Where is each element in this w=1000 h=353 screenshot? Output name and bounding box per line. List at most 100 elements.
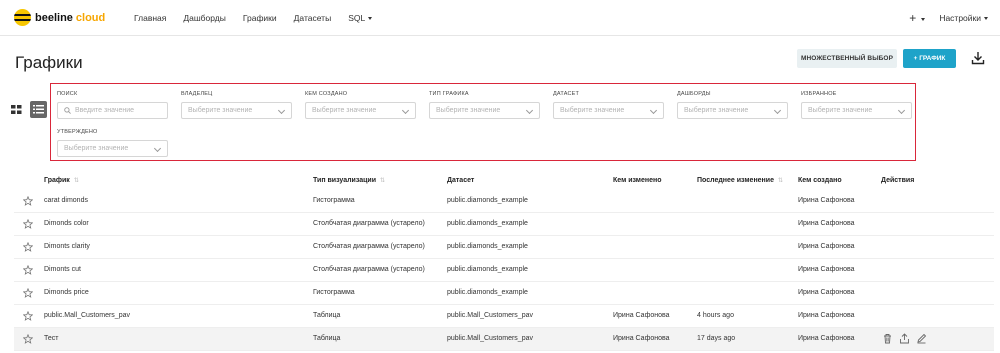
list-view-button[interactable] xyxy=(30,101,47,118)
dataset-link[interactable]: public.diamonds_example xyxy=(447,197,528,204)
table-row[interactable]: Dimonts cut Столбчатая диаграмма (устаре… xyxy=(14,259,994,282)
viz-type-cell: Таблица xyxy=(313,335,341,342)
filter-dashboards: ДАШБОРДЫ Выберите значение xyxy=(677,91,788,119)
column-header-created-by: Кем создано xyxy=(798,177,842,184)
column-header-label: Последнее изменение xyxy=(697,177,774,184)
star-icon[interactable] xyxy=(23,219,33,229)
filter-dataset: ДАТАСЕТ Выберите значение xyxy=(553,91,664,119)
list-view-icon xyxy=(33,105,44,114)
star-icon[interactable] xyxy=(23,196,33,206)
chevron-down-icon xyxy=(984,17,988,21)
table-row[interactable]: public.Mall_Customers_pav Таблица public… xyxy=(14,305,994,328)
select-placeholder: Выберите значение xyxy=(808,107,873,114)
sort-icon: ⇅ xyxy=(73,178,79,184)
trash-icon[interactable] xyxy=(882,333,893,344)
nav-link-home[interactable]: Главная xyxy=(134,13,166,23)
created-by-cell: Ирина Сафонова xyxy=(798,312,855,319)
filter-label: УТВЕРЖДЕНО xyxy=(57,129,98,135)
dataset-link[interactable]: public.Mall_Customers_pav xyxy=(447,312,533,319)
nav-link-dashboards[interactable]: Дашборды xyxy=(183,13,226,23)
created-by-cell: Ирина Сафонова xyxy=(798,220,855,227)
viz-type-cell: Гистограмма xyxy=(313,197,355,204)
chevron-down-icon xyxy=(773,106,782,115)
table-row[interactable]: Тест Таблица public.Mall_Customers_pav И… xyxy=(14,328,994,351)
created-by-cell: Ирина Сафонова xyxy=(798,243,855,250)
column-header-dataset: Датасет xyxy=(447,177,475,184)
table-row[interactable]: Dimonts clarity Столбчатая диаграмма (ус… xyxy=(14,236,994,259)
column-header-last-modified[interactable]: Последнее изменение ⇅ xyxy=(697,177,783,184)
search-placeholder: Введите значение xyxy=(75,107,135,114)
brand-logo[interactable]: beeline cloud xyxy=(14,9,105,26)
chevron-down-icon xyxy=(525,106,534,115)
chart-name-link[interactable]: Dimonds color xyxy=(44,220,89,227)
page-title: Графики xyxy=(15,53,83,72)
filter-label: ПОИСК xyxy=(57,91,78,97)
card-view-icon[interactable] xyxy=(10,103,23,116)
created-by-cell: Ирина Сафонова xyxy=(798,335,855,342)
star-icon[interactable] xyxy=(23,242,33,252)
nav-link-sql[interactable]: SQL xyxy=(348,13,373,23)
nav-link-datasets[interactable]: Датасеты xyxy=(294,13,332,23)
dataset-link[interactable]: public.diamonds_example xyxy=(447,220,528,227)
chevron-down-icon xyxy=(277,106,286,115)
filter-favorites: ИЗБРАННОЕ Выберите значение xyxy=(801,91,912,119)
star-icon[interactable] xyxy=(23,311,33,321)
filter-chart-type: ТИП ГРАФИКА Выберите значение xyxy=(429,91,540,119)
brand-suffix: cloud xyxy=(75,11,106,24)
star-icon[interactable] xyxy=(23,334,33,344)
select-placeholder: Выберите значение xyxy=(312,107,377,114)
viz-type-cell: Столбчатая диаграмма (устарело) xyxy=(313,220,425,227)
star-icon[interactable] xyxy=(23,288,33,298)
dashboards-select[interactable]: Выберите значение xyxy=(677,102,788,119)
table-row[interactable]: carat dimonds Гистограмма public.diamond… xyxy=(14,190,994,213)
column-header-modified-by: Кем изменено xyxy=(613,177,662,184)
download-icon[interactable] xyxy=(971,51,985,65)
chart-name-link[interactable]: Dimonts cut xyxy=(44,266,81,273)
dataset-link[interactable]: public.diamonds_example xyxy=(447,243,528,250)
search-input[interactable]: Введите значение xyxy=(57,102,168,119)
modified-by-cell: Ирина Сафонова xyxy=(613,335,670,342)
filter-created-by: КЕМ СОЗДАНО Выберите значение xyxy=(305,91,416,119)
filter-panel: ПОИСК Введите значение ВЛАДЕЛЕЦ Выберите… xyxy=(50,83,916,161)
dataset-link[interactable]: public.Mall_Customers_pav xyxy=(447,335,533,342)
chart-name-link[interactable]: public.Mall_Customers_pav xyxy=(44,312,130,319)
chart-name-link[interactable]: Dimonts clarity xyxy=(44,243,90,250)
column-header-label: Тип визуализации xyxy=(313,177,377,184)
sort-icon: ⇅ xyxy=(777,178,784,184)
chevron-down-icon xyxy=(153,144,162,153)
certified-select[interactable]: Выберите значение xyxy=(57,140,168,157)
dataset-link[interactable]: public.diamonds_example xyxy=(447,289,528,296)
nav-link-charts[interactable]: Графики xyxy=(243,13,277,23)
column-header-viz-type[interactable]: Тип визуализации ⇅ xyxy=(313,177,385,184)
top-navbar: beeline cloud Главная Дашборды Графики Д… xyxy=(0,0,1000,36)
chart-name-link[interactable]: Dimonds price xyxy=(44,289,89,296)
plus-icon: + xyxy=(909,11,917,25)
last-modified-cell: 17 days ago xyxy=(697,335,736,342)
filter-label: ИЗБРАННОЕ xyxy=(801,91,837,97)
add-chart-button[interactable]: + ГРАФИК xyxy=(903,49,956,68)
viz-type-cell: Гистограмма xyxy=(313,289,355,296)
chevron-down-icon xyxy=(649,106,658,115)
created-by-select[interactable]: Выберите значение xyxy=(305,102,416,119)
chart-name-link[interactable]: carat dimonds xyxy=(44,197,88,204)
owner-select[interactable]: Выберите значение xyxy=(181,102,292,119)
column-header-label: График xyxy=(44,177,70,184)
chart-name-link[interactable]: Тест xyxy=(44,335,58,342)
star-icon[interactable] xyxy=(23,265,33,275)
new-menu-button[interactable]: + xyxy=(909,11,926,25)
column-header-chart[interactable]: График ⇅ xyxy=(44,177,79,184)
settings-menu[interactable]: Настройки xyxy=(939,13,988,23)
dataset-link[interactable]: public.diamonds_example xyxy=(447,266,528,273)
chart-type-select[interactable]: Выберите значение xyxy=(429,102,540,119)
created-by-cell: Ирина Сафонова xyxy=(798,197,855,204)
table-row[interactable]: Dimonds color Столбчатая диаграмма (уста… xyxy=(14,213,994,236)
sort-icon: ⇅ xyxy=(380,178,386,184)
table-row[interactable]: Dimonds price Гистограмма public.diamond… xyxy=(14,282,994,305)
multi-select-button[interactable]: МНОЖЕСТВЕННЫЙ ВЫБОР xyxy=(797,49,897,68)
edit-icon[interactable] xyxy=(916,333,927,344)
select-placeholder: Выберите значение xyxy=(64,145,129,152)
viz-type-cell: Таблица xyxy=(313,312,341,319)
share-icon[interactable] xyxy=(899,333,910,344)
dataset-select[interactable]: Выберите значение xyxy=(553,102,664,119)
favorites-select[interactable]: Выберите значение xyxy=(801,102,912,119)
